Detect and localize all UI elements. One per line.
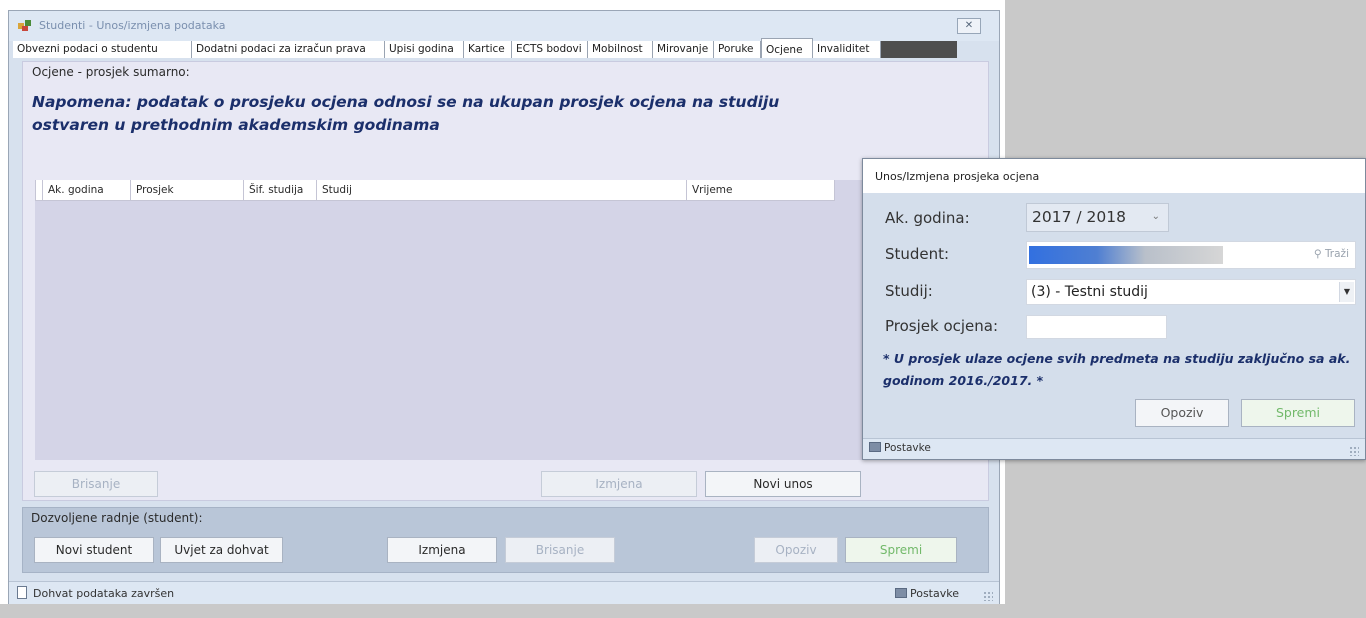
dialog-note: * U prosjek ulaze ocjene svih predmeta n… [883, 351, 1351, 388]
close-icon: ✕ [964, 20, 974, 31]
dialog-spremi-button[interactable]: Spremi [1241, 399, 1355, 427]
tab-obvezni-podaci[interactable]: Obvezni podaci o studentu [13, 41, 192, 58]
grid-row-selector-header [35, 180, 42, 200]
uvjet-za-dohvat-button[interactable]: Uvjet za dohvat [160, 537, 283, 563]
dialog-postavke-link[interactable]: Postavke [869, 442, 931, 454]
tab-poruke[interactable]: Poruke [714, 41, 761, 58]
resize-grip-icon[interactable] [1349, 446, 1359, 456]
studij-label: Studij: [885, 282, 933, 300]
main-statusbar: Dohvat podataka završen Postavke [9, 581, 999, 604]
dozvoljene-radnje-panel: Dozvoljene radnje (student): Novi studen… [22, 507, 989, 573]
prosjek-ocjena-label: Prosjek ocjena: [885, 317, 999, 335]
postavke-link[interactable]: Postavke [894, 587, 959, 600]
napomena-note: Napomena: podatak o prosjeku ocjena odno… [32, 93, 780, 134]
izmjena-button[interactable]: Izmjena [541, 471, 697, 497]
novi-student-button[interactable]: Novi student [34, 537, 154, 563]
chevron-down-icon: ⌄ [1151, 211, 1160, 222]
search-icon: ⚲ [1313, 248, 1322, 260]
tab-ocjene[interactable]: Ocjene [761, 38, 813, 58]
document-icon [17, 586, 27, 599]
prosjek-dialog: Unos/Izmjena prosjeka ocjena Ak. godina:… [862, 158, 1366, 460]
postavke-label: Postavke [909, 587, 959, 600]
tab-kartice[interactable]: Kartice [464, 41, 512, 58]
close-button[interactable]: ✕ [957, 18, 981, 34]
section-title: Ocjene - prosjek sumarno: [32, 65, 190, 79]
ak-godina-select[interactable]: 2017 / 2018 ⌄ [1026, 203, 1169, 232]
col-prosjek[interactable]: Prosjek [130, 180, 243, 200]
main-titlebar: Studenti - Unos/izmjena podataka ✕ [9, 11, 999, 41]
grades-grid[interactable]: Ak. godina Prosjek Šif. studija Studij V… [35, 180, 871, 460]
novi-unos-button[interactable]: Novi unos [705, 471, 861, 497]
col-sif-studija[interactable]: Šif. studija [243, 180, 316, 200]
tab-mobilnost[interactable]: Mobilnost [588, 41, 653, 58]
tab-upisi-godina[interactable]: Upisi godina [385, 41, 464, 58]
ak-godina-label: Ak. godina: [885, 209, 970, 227]
col-vrijeme[interactable]: Vrijeme [686, 180, 835, 200]
search-hint-label: Traži [1324, 248, 1349, 260]
main-window: Studenti - Unos/izmjena podataka ✕ Obvez… [8, 10, 1000, 604]
tab-bar: Obvezni podaci o studentu Dodatni podaci… [13, 38, 957, 58]
app-icon [18, 20, 31, 31]
settings-icon [894, 588, 907, 598]
dialog-statusbar: Postavke [863, 438, 1365, 459]
dialog-titlebar: Unos/Izmjena prosjeka ocjena [863, 159, 1365, 193]
studij-combo[interactable]: (3) - Testni studij ▼ [1026, 279, 1356, 305]
grid-header: Ak. godina Prosjek Šif. studija Studij V… [35, 180, 835, 201]
tab-dodatni-podaci[interactable]: Dodatni podaci za izračun prava [192, 41, 385, 58]
dialog-opoziv-button[interactable]: Opoziv [1135, 399, 1229, 427]
tab-invaliditet[interactable]: Invaliditet [813, 41, 881, 58]
dozvoljene-radnje-title: Dozvoljene radnje (student): [31, 511, 203, 525]
prosjek-ocjena-input[interactable] [1026, 315, 1167, 339]
window-title: Studenti - Unos/izmjena podataka [39, 19, 226, 32]
student-search-button[interactable]: ⚲ Traži [1314, 248, 1349, 260]
status-text: Dohvat podataka završen [33, 587, 175, 600]
studij-value: (3) - Testni studij [1031, 284, 1148, 300]
dialog-postavke-label: Postavke [884, 442, 931, 454]
dialog-title: Unos/Izmjena prosjeka ocjena [875, 170, 1040, 183]
brisanje-student-button[interactable]: Brisanje [505, 537, 615, 563]
opoziv-button[interactable]: Opoziv [754, 537, 838, 563]
settings-icon [869, 442, 881, 452]
tab-mirovanje[interactable]: Mirovanje [653, 41, 714, 58]
student-search-input[interactable]: ⚲ Traži [1026, 241, 1356, 269]
brisanje-button[interactable]: Brisanje [34, 471, 158, 497]
spremi-button[interactable]: Spremi [845, 537, 957, 563]
redacted-student-name [1029, 246, 1223, 264]
col-ak-godina[interactable]: Ak. godina [42, 180, 130, 200]
desktop-grey-bottom [0, 604, 1366, 618]
ak-godina-value: 2017 / 2018 [1032, 208, 1126, 226]
dropdown-arrow-icon[interactable]: ▼ [1339, 282, 1354, 302]
ocjene-panel: Ocjene - prosjek sumarno: Napomena: poda… [22, 61, 989, 501]
tab-ects-bodovi[interactable]: ECTS bodovi [512, 41, 588, 58]
resize-grip-icon[interactable] [983, 591, 993, 601]
col-studij[interactable]: Studij [316, 180, 686, 200]
izmjena-student-button[interactable]: Izmjena [387, 537, 497, 563]
student-label: Student: [885, 245, 950, 263]
